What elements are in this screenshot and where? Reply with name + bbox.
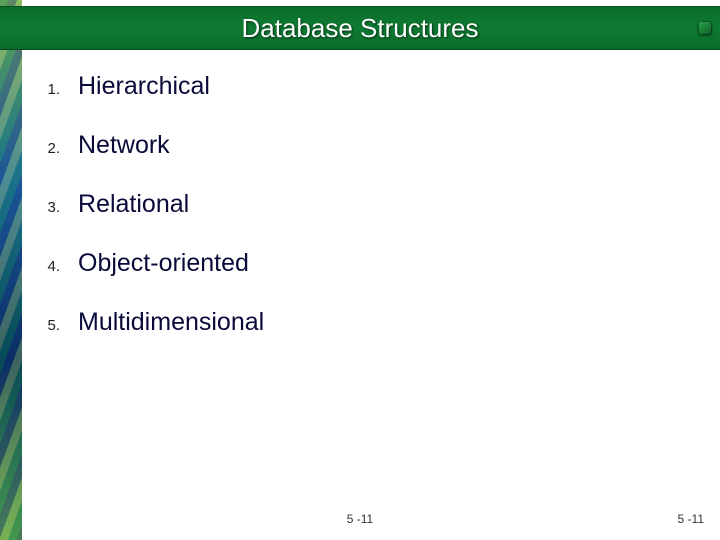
decorative-left-strip [0,0,22,540]
footer-slide-number-center: 5 -11 [347,512,373,526]
list-item: 2. Network [38,131,700,160]
list-label: Object-oriented [78,249,249,278]
list-number: 1. [38,81,60,98]
title-bar: Database Structures [0,6,720,50]
content-area: 1. Hierarchical 2. Network 3. Relational… [38,72,700,490]
slide-title: Database Structures [241,13,478,44]
slide: Database Structures 1. Hierarchical 2. N… [0,0,720,540]
list-number: 2. [38,140,60,157]
footer-slide-number-right: 5 -11 [678,512,704,526]
list-label: Multidimensional [78,308,264,337]
list-label: Relational [78,190,189,219]
title-corner-ornament [698,21,712,35]
list-number: 5. [38,317,60,334]
list-item: 4. Object-oriented [38,249,700,278]
list-item: 3. Relational [38,190,700,219]
list-number: 4. [38,258,60,275]
numbered-list: 1. Hierarchical 2. Network 3. Relational… [38,72,700,337]
list-item: 5. Multidimensional [38,308,700,337]
list-label: Network [78,131,170,160]
list-label: Hierarchical [78,72,210,101]
list-number: 3. [38,199,60,216]
list-item: 1. Hierarchical [38,72,700,101]
